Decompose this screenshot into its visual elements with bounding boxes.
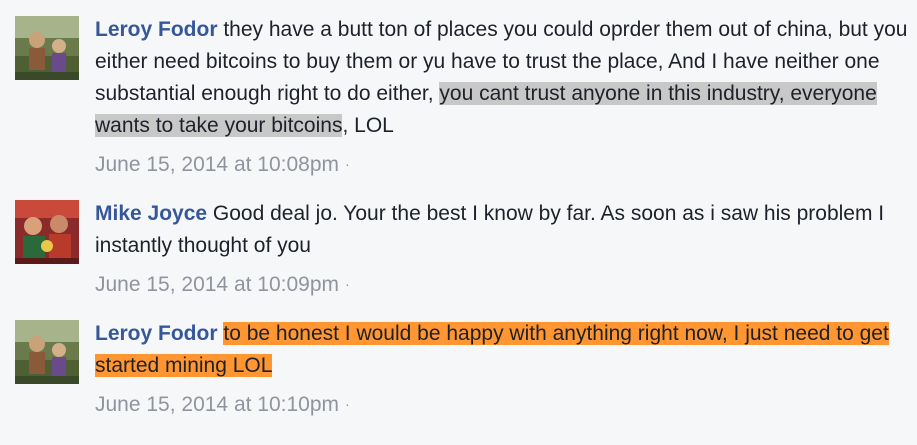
comment-text-after: , LOL (342, 114, 394, 137)
timestamp-link[interactable]: June 15, 2014 at 10:09pm (95, 273, 339, 296)
profile-photo-icon (15, 320, 79, 384)
author-link[interactable]: Leroy Fodor (95, 322, 218, 345)
comment-text-plain: Good deal jo. Your the best I know by fa… (95, 202, 885, 257)
author-link[interactable]: Leroy Fodor (95, 18, 218, 41)
timestamp-link[interactable]: June 15, 2014 at 10:10pm (95, 393, 339, 416)
comment-meta: June 15, 2014 at 10:09pm · (95, 270, 910, 299)
comment-text: Leroy Fodor to be honest I would be happ… (95, 318, 910, 382)
comment-text: Leroy Fodor they have a butt ton of plac… (95, 14, 910, 142)
author-link[interactable]: Mike Joyce (95, 202, 207, 225)
meta-separator: · (345, 396, 350, 412)
comment-body: Mike Joyce Good deal jo. Your the best I… (95, 198, 910, 299)
comment-meta: June 15, 2014 at 10:08pm · (95, 150, 910, 179)
comment-body: Leroy Fodor they have a butt ton of plac… (95, 14, 910, 179)
comment-text: Mike Joyce Good deal jo. Your the best I… (95, 198, 910, 262)
profile-photo-icon (15, 200, 79, 264)
meta-separator: · (345, 276, 350, 292)
avatar[interactable] (15, 320, 79, 384)
avatar[interactable] (15, 16, 79, 80)
comment-body: Leroy Fodor to be honest I would be happ… (95, 318, 910, 419)
comment-meta: June 15, 2014 at 10:10pm · (95, 390, 910, 419)
timestamp-link[interactable]: June 15, 2014 at 10:08pm (95, 153, 339, 176)
profile-photo-icon (15, 16, 79, 80)
avatar[interactable] (15, 200, 79, 264)
meta-separator: · (345, 156, 350, 172)
